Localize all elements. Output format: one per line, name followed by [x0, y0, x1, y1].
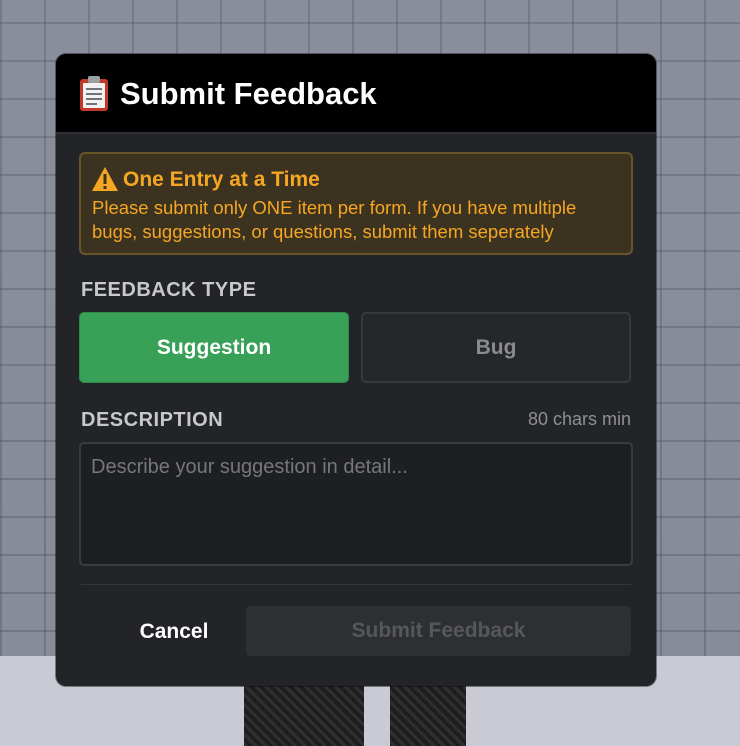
warning-banner: One Entry at a Time Please submit only O… — [79, 152, 633, 255]
warning-icon — [92, 167, 118, 191]
description-input[interactable] — [79, 442, 633, 566]
min-chars-hint: 80 chars min — [527, 409, 631, 429]
avatar-leg-gap — [364, 680, 390, 746]
avatar-legs — [244, 680, 466, 746]
footer-divider — [81, 584, 631, 585]
cancel-button[interactable]: Cancel — [79, 610, 269, 654]
feedback-dialog: Submit Feedback One Entry at a Time Plea… — [56, 54, 656, 686]
dialog-header: Submit Feedback — [56, 54, 656, 134]
description-label: DESCRIPTION — [81, 409, 224, 431]
bug-type-button[interactable]: Bug — [361, 312, 631, 383]
submit-feedback-button[interactable]: Submit Feedback — [246, 606, 631, 656]
suggestion-type-button[interactable]: Suggestion — [79, 312, 349, 383]
feedback-type-label: FEEDBACK TYPE — [81, 279, 257, 301]
warning-message: Please submit only ONE item per form. If… — [92, 197, 577, 242]
warning-title: One Entry at a Time — [123, 168, 320, 191]
dialog-title: Submit Feedback — [120, 76, 377, 111]
clipboard-icon — [80, 76, 108, 111]
